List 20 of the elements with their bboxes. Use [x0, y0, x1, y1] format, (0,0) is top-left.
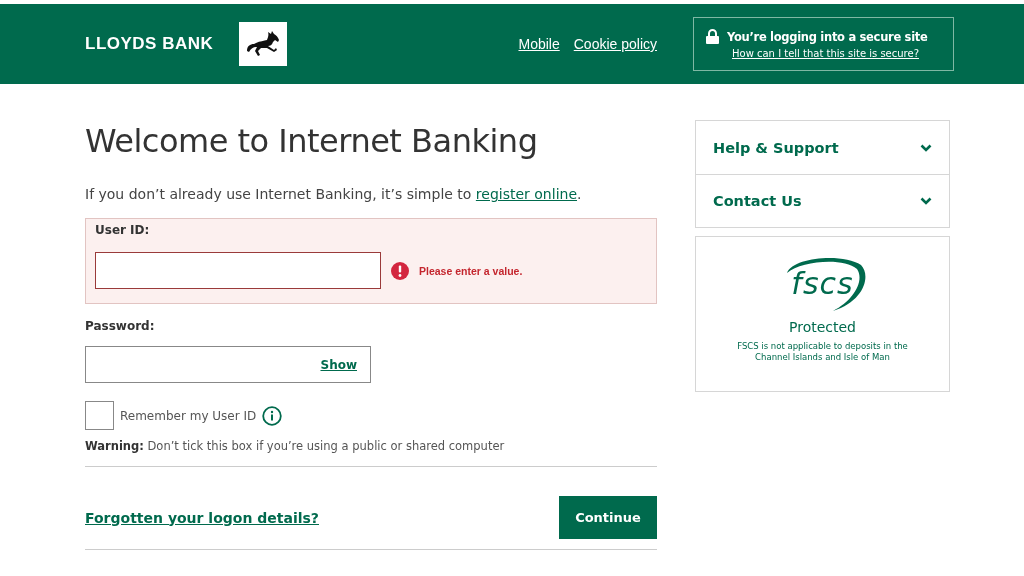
intro-text: If you don’t already use Internet Banking, it’s simple to register online.	[85, 186, 583, 202]
remember-label: Remember my User ID	[120, 408, 257, 423]
fscs-logo-text: fscs	[791, 265, 854, 301]
protected-label: Protected	[789, 319, 856, 335]
register-link[interactable]: register online	[475, 186, 577, 202]
brand-name: LLOYDS BANK	[85, 34, 214, 54]
error-message: Please enter a value.	[419, 264, 523, 277]
secure-title: You’re logging into a secure site	[727, 29, 928, 44]
show-password-link[interactable]: Show	[320, 357, 357, 372]
forgotten-details-link[interactable]: Forgotten your logon details?	[85, 509, 319, 526]
field-label: User ID:	[95, 223, 151, 237]
warning-text: Warning: Don’t tick this box if you’re using a public or shared computer	[85, 439, 506, 453]
nav-link[interactable]: Cookie policy	[573, 36, 657, 52]
field-label: Password:	[85, 319, 156, 333]
continue-button[interactable]: Continue	[559, 496, 657, 539]
page-title: Welcome to Internet Banking	[85, 122, 539, 160]
secure-info-link[interactable]: How can I tell that this site is secure?	[732, 48, 953, 59]
fscs-note: FSCS is not applicable to deposits in the Channel Islands and Isle of Man	[736, 341, 909, 364]
password-field[interactable]: Show	[85, 346, 371, 383]
nav-link[interactable]: Mobile	[518, 36, 560, 52]
